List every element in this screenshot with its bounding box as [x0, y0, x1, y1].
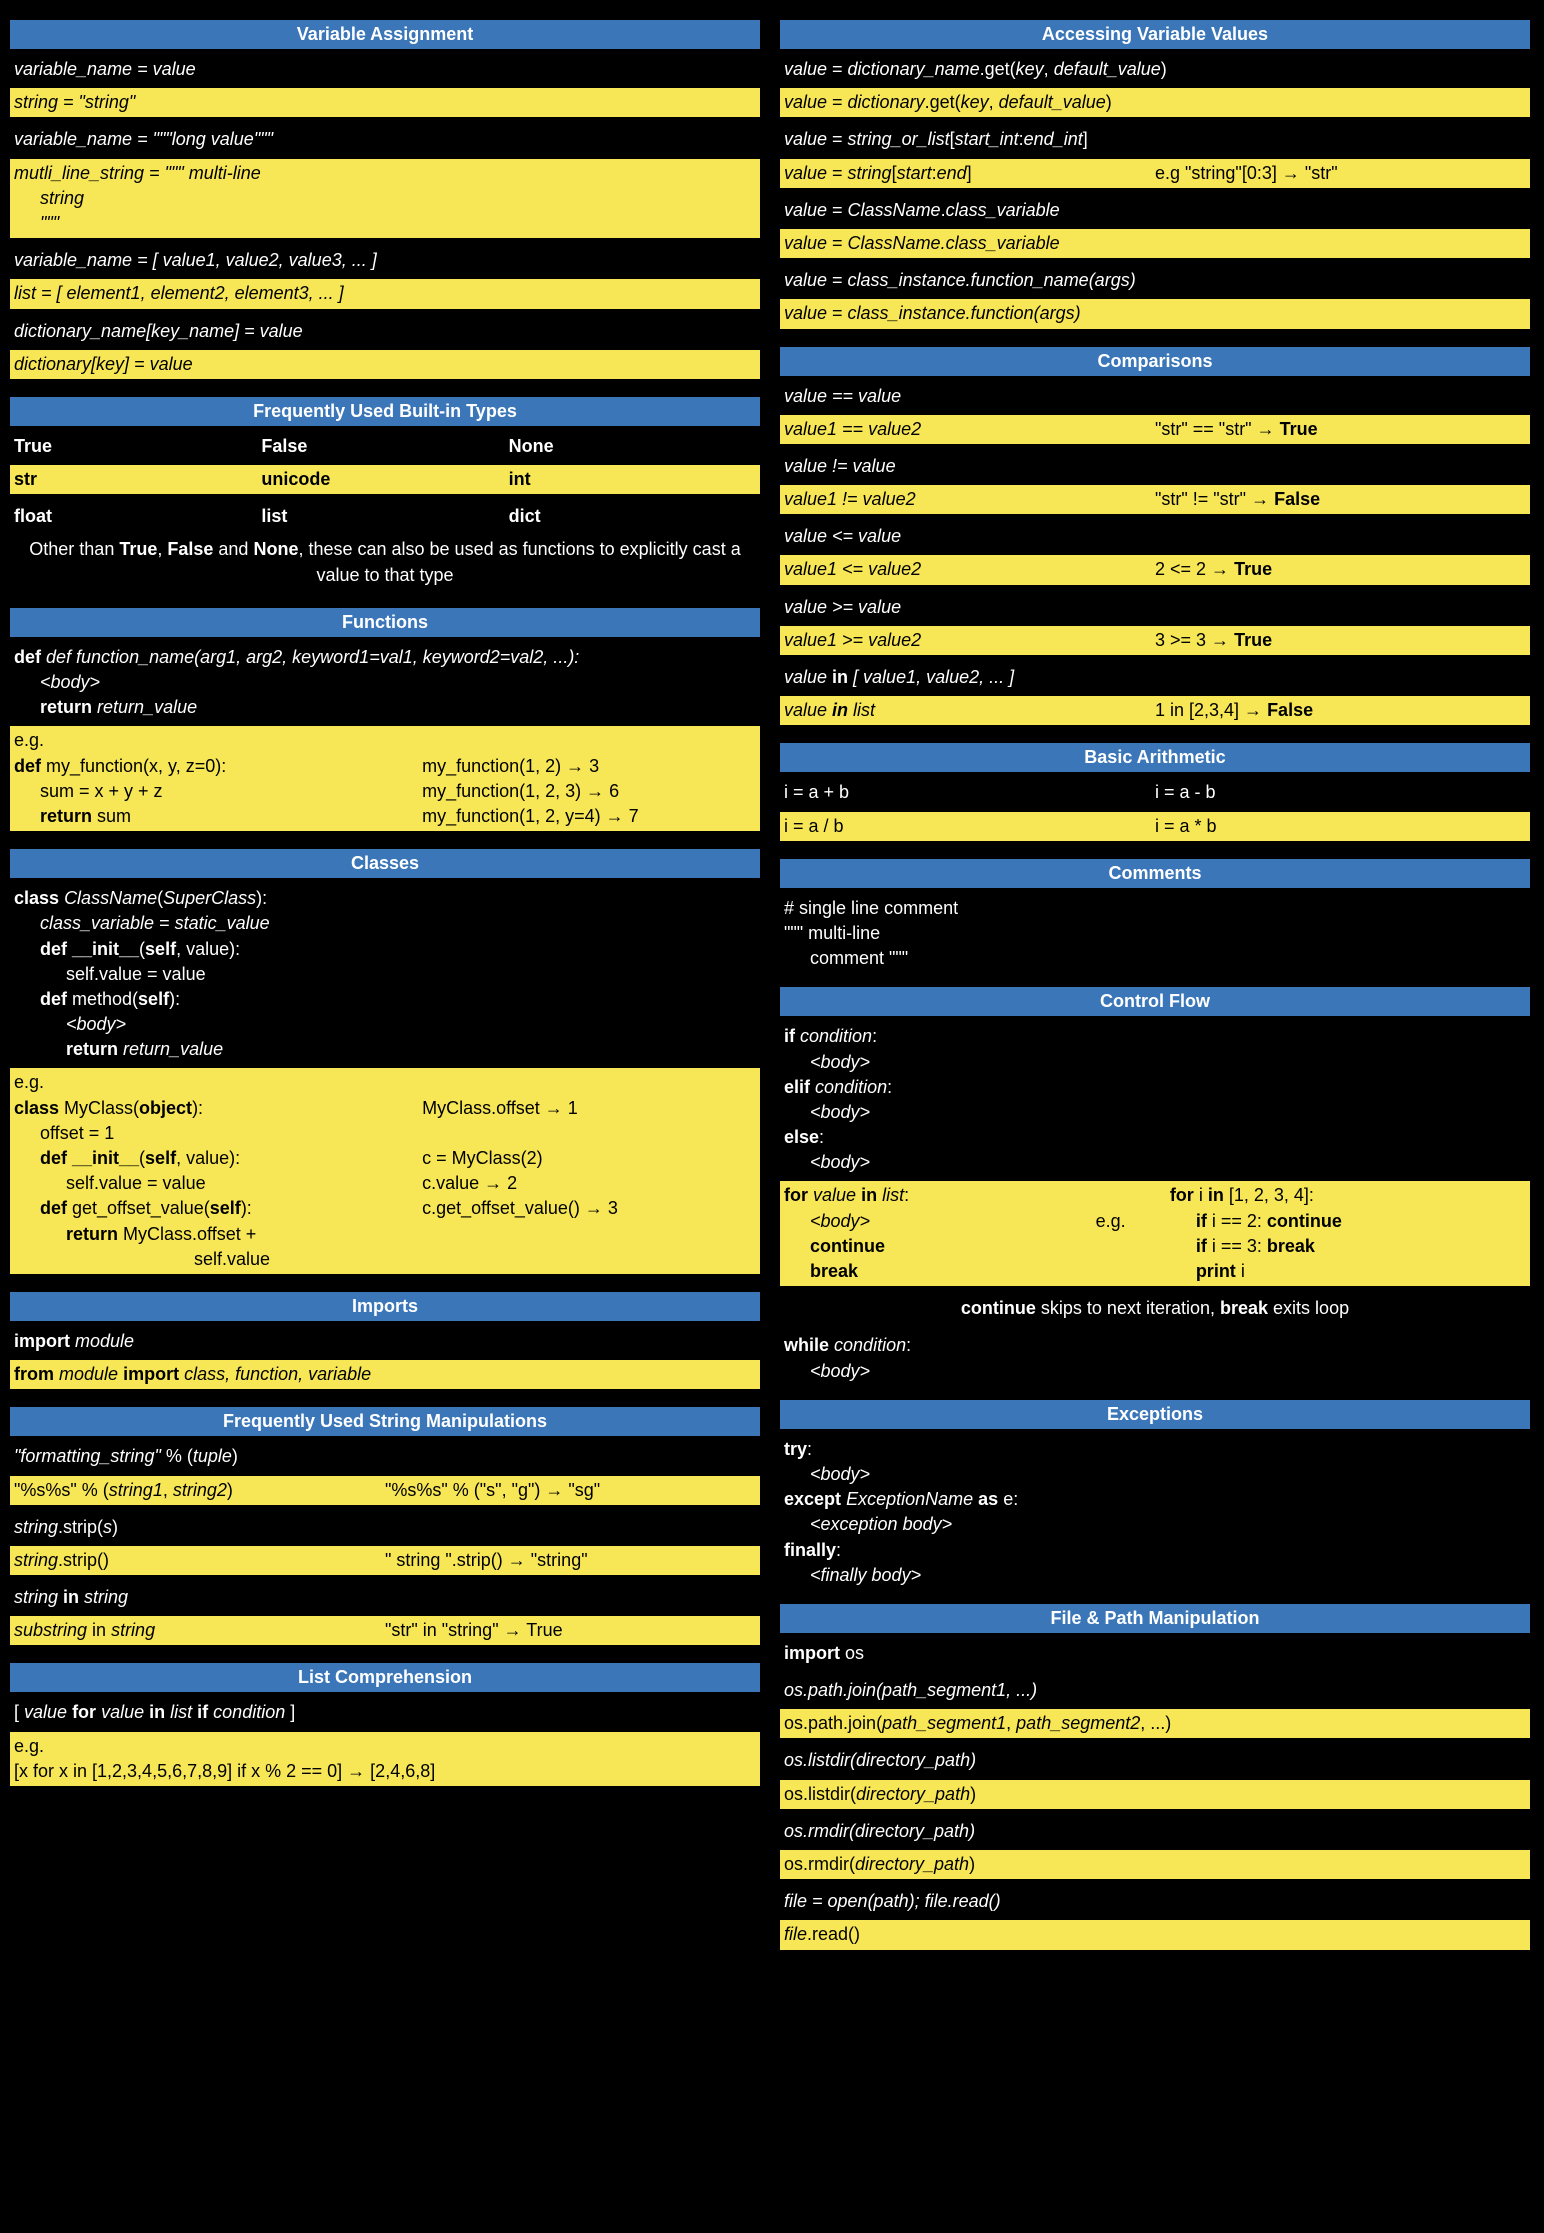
syntax-row: variable_name = value — [10, 55, 760, 84]
syntax-row: if condition: <body> elif condition: <bo… — [780, 1022, 1530, 1177]
syntax-row: value = class_instance.function_name(arg… — [780, 266, 1530, 295]
right-column: Accessing Variable Values value = dictio… — [780, 20, 1530, 1958]
example-row: dictionary[key] = value — [10, 350, 760, 379]
syntax-row: string.strip(s) — [10, 1513, 760, 1542]
section-header-functions: Functions — [10, 608, 760, 637]
syntax-row: i = a + b i = a - b — [780, 778, 1530, 807]
example-row: for value in list: <body> continue break… — [780, 1181, 1530, 1286]
syntax-row: variable_name = """long value""" — [10, 125, 760, 154]
syntax-row: dictionary_name[key_name] = value — [10, 317, 760, 346]
section-header-strman: Frequently Used String Manipulations — [10, 1407, 760, 1436]
section-header-access: Accessing Variable Values — [780, 20, 1530, 49]
types-row: strunicodeint — [10, 465, 760, 494]
syntax-row: value >= value — [780, 593, 1530, 622]
example-row: value = ClassName.class_variable — [780, 229, 1530, 258]
example-row: value in list1 in [2,3,4] → False — [780, 696, 1530, 725]
example-row: file.read() — [780, 1920, 1530, 1949]
example-row: e.g. [x for x in [1,2,3,4,5,6,7,8,9] if … — [10, 1732, 760, 1786]
example-row: value1 <= value22 <= 2 → True — [780, 555, 1530, 584]
section-header-comparisons: Comparisons — [780, 347, 1530, 376]
section-header-classes: Classes — [10, 849, 760, 878]
syntax-row: value == value — [780, 382, 1530, 411]
section-header-files: File & Path Manipulation — [780, 1604, 1530, 1633]
example-row: list = [ element1, element2, element3, .… — [10, 279, 760, 308]
section-header-control: Control Flow — [780, 987, 1530, 1016]
syntax-row: try: <body> except ExceptionName as e: <… — [780, 1435, 1530, 1590]
syntax-row: value != value — [780, 452, 1530, 481]
syntax-row: value <= value — [780, 522, 1530, 551]
example-row: e.g. def my_function(x, y, z=0): sum = x… — [10, 726, 760, 831]
syntax-row: [ value for value in list if condition ] — [10, 1698, 760, 1727]
example-row: e.g. class MyClass(object): offset = 1 d… — [10, 1068, 760, 1274]
types-note: Other than True, False and None, these c… — [10, 535, 760, 589]
example-row: from module import class, function, vari… — [10, 1360, 760, 1389]
types-row: TrueFalseNone — [10, 432, 760, 461]
example-row: value1 == value2"str" == "str" → True — [780, 415, 1530, 444]
example-row: os.listdir(directory_path) — [780, 1780, 1530, 1809]
syntax-row: os.path.join(path_segment1, ...) — [780, 1676, 1530, 1705]
control-note: continue skips to next iteration, break … — [780, 1294, 1530, 1323]
example-row: value = class_instance.function(args) — [780, 299, 1530, 328]
syntax-row: while condition: <body> — [780, 1331, 1530, 1385]
section-header-arithmetic: Basic Arithmetic — [780, 743, 1530, 772]
syntax-row: os.listdir(directory_path) — [780, 1746, 1530, 1775]
syntax-row: value = dictionary_name.get(key, default… — [780, 55, 1530, 84]
section-header-types: Frequently Used Built-in Types — [10, 397, 760, 426]
section-header-var-assign: Variable Assignment — [10, 20, 760, 49]
syntax-row: value in [ value1, value2, ... ] — [780, 663, 1530, 692]
syntax-row: import module — [10, 1327, 760, 1356]
types-row: floatlistdict — [10, 502, 760, 531]
section-header-imports: Imports — [10, 1292, 760, 1321]
example-row: string.strip() " string ".strip() → "str… — [10, 1546, 760, 1575]
syntax-row: class ClassName(SuperClass): class_varia… — [10, 884, 760, 1064]
syntax-row: def def function_name(arg1, arg2, keywor… — [10, 643, 760, 723]
files-note: import os — [780, 1639, 1530, 1668]
example-row: value = dictionary.get(key, default_valu… — [780, 88, 1530, 117]
example-row: value1 != value2"str" != "str" → False — [780, 485, 1530, 514]
example-row: value = string[start:end] e.g "string"[0… — [780, 159, 1530, 188]
example-row: os.path.join(path_segment1, path_segment… — [780, 1709, 1530, 1738]
section-header-listcomp: List Comprehension — [10, 1663, 760, 1692]
example-row: i = a / b i = a * b — [780, 812, 1530, 841]
syntax-row: variable_name = [ value1, value2, value3… — [10, 246, 760, 275]
example-row: "%s%s" % (string1, string2) "%s%s" % ("s… — [10, 1476, 760, 1505]
syntax-row: # single line comment """ multi-line com… — [780, 894, 1530, 974]
section-header-comments: Comments — [780, 859, 1530, 888]
section-header-exceptions: Exceptions — [780, 1400, 1530, 1429]
syntax-row: os.rmdir(directory_path) — [780, 1817, 1530, 1846]
example-row: value1 >= value23 >= 3 → True — [780, 626, 1530, 655]
syntax-row: string in string — [10, 1583, 760, 1612]
example-row: substring in string "str" in "string" → … — [10, 1616, 760, 1645]
syntax-row: file = open(path); file.read() — [780, 1887, 1530, 1916]
example-row: string = "string" — [10, 88, 760, 117]
example-row: os.rmdir(directory_path) — [780, 1850, 1530, 1879]
syntax-row: value = string_or_list[start_int:end_int… — [780, 125, 1530, 154]
left-column: Variable Assignment variable_name = valu… — [10, 20, 760, 1958]
syntax-row: value = ClassName.class_variable — [780, 196, 1530, 225]
cheatsheet-page: Variable Assignment variable_name = valu… — [0, 0, 1544, 1978]
example-row: mutli_line_string = """ multi-line strin… — [10, 159, 760, 239]
syntax-row: "formatting_string" % (tuple) — [10, 1442, 760, 1471]
